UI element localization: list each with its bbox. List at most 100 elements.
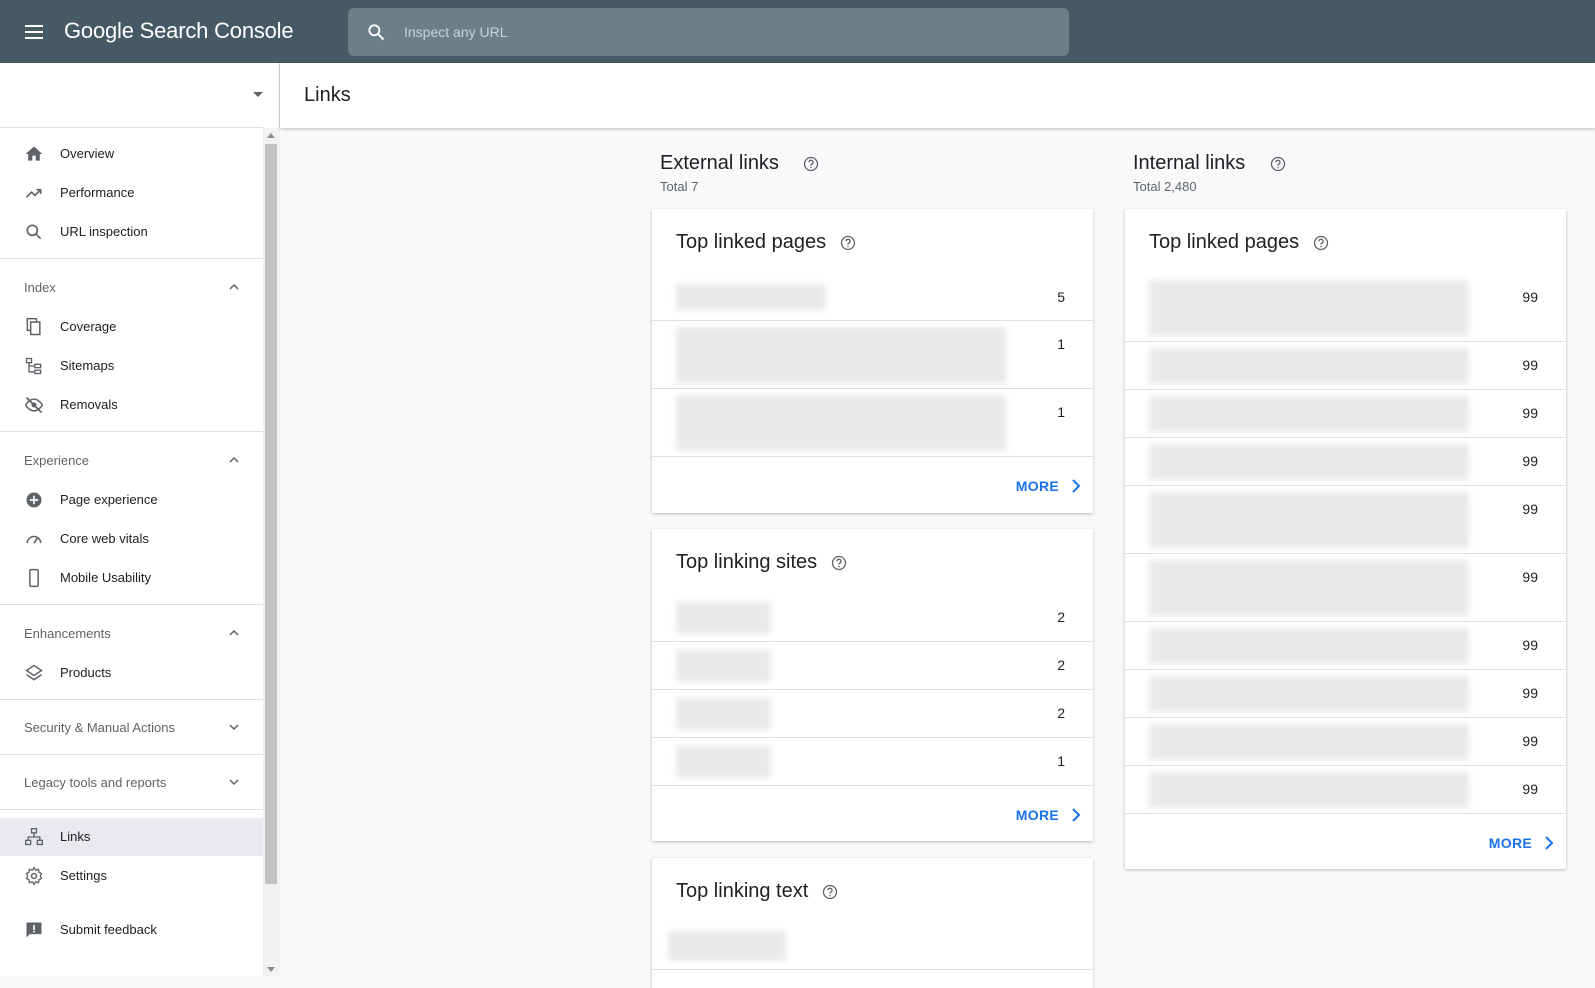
more-button[interactable]: MORE <box>1016 478 1081 494</box>
logo-product: Search Console <box>139 18 294 43</box>
sidebar-item-performance[interactable]: Performance <box>0 174 263 212</box>
table-row[interactable]: 99 <box>1125 342 1566 390</box>
redacted-url <box>676 284 826 310</box>
scrollbar-thumb[interactable] <box>265 144 277 884</box>
menu-icon[interactable] <box>22 20 46 44</box>
table-row[interactable]: 99 <box>1125 438 1566 486</box>
redacted-site <box>676 746 771 778</box>
section-header-security[interactable]: Security & Manual Actions <box>0 708 263 746</box>
sidebar-item-products[interactable]: Products <box>0 654 263 692</box>
sidebar-item-links[interactable]: Links <box>0 818 263 856</box>
chevron-up-icon <box>229 629 239 636</box>
divider <box>0 809 263 810</box>
card-title-text: Top linked pages <box>676 231 827 253</box>
section-header-label: Index <box>24 280 56 295</box>
search-icon <box>26 224 42 240</box>
section-header-enhancements[interactable]: Enhancements <box>0 614 263 652</box>
link-count: 2 <box>1057 705 1065 721</box>
table-row[interactable]: 2 <box>652 594 1093 642</box>
help-icon[interactable] <box>831 555 847 571</box>
help-icon[interactable] <box>822 884 838 900</box>
copy-icon <box>26 317 41 336</box>
search-icon[interactable] <box>366 22 386 42</box>
redacted-site <box>676 698 771 730</box>
section-header-experience[interactable]: Experience <box>0 441 263 479</box>
more-label: MORE <box>1015 807 1059 823</box>
redacted-url <box>1149 724 1469 760</box>
trending-up-icon <box>25 188 42 198</box>
table-row[interactable]: 99 <box>1125 766 1566 814</box>
table-row[interactable]: 2 <box>652 642 1093 690</box>
sidebar-item-url-inspection[interactable]: URL inspection <box>0 213 263 251</box>
url-inspect-search[interactable] <box>348 8 1069 56</box>
table-row[interactable]: 99 <box>1125 718 1566 766</box>
section-header-legacy[interactable]: Legacy tools and reports <box>0 763 263 801</box>
table-row[interactable]: 99 <box>1125 554 1566 622</box>
table-row[interactable]: 99 <box>1125 670 1566 718</box>
redacted-url <box>1149 396 1469 432</box>
divider <box>0 754 263 755</box>
card-title-text: Top linking text <box>676 880 809 902</box>
sidebar-item-page-experience[interactable]: Page experience <box>0 481 263 519</box>
search-input[interactable] <box>404 8 1054 56</box>
divider <box>0 258 263 259</box>
home-icon <box>25 146 43 161</box>
sidebar-item-mobile-usability[interactable]: Mobile Usability <box>0 559 263 597</box>
app-logo[interactable]: Google Search Console <box>64 18 294 44</box>
more-button[interactable]: MORE <box>1015 807 1081 823</box>
help-icon[interactable] <box>840 235 856 251</box>
visibility-off-icon <box>24 396 44 414</box>
sidebar: Overview Performance URL inspection Inde… <box>0 63 280 976</box>
sidebar-item-label: Products <box>60 665 112 680</box>
sidebar-item-settings[interactable]: Settings <box>0 857 263 895</box>
card-title-text: Top linked pages <box>1149 231 1300 253</box>
redacted-text <box>668 931 786 961</box>
card-title-text: Top linking sites <box>676 551 818 573</box>
redacted-url <box>1149 492 1469 548</box>
help-icon[interactable] <box>1313 235 1329 251</box>
table-row[interactable]: 1 <box>652 321 1093 389</box>
table-row[interactable]: 1 <box>652 389 1093 457</box>
link-count: 2 <box>1057 657 1065 673</box>
table-row[interactable]: 99 <box>1125 274 1566 342</box>
sidebar-scrollbar[interactable] <box>263 128 280 976</box>
help-icon[interactable] <box>803 156 819 172</box>
sidebar-item-label: Coverage <box>60 319 117 334</box>
sidebar-item-submit-feedback[interactable]: Submit feedback <box>0 911 263 949</box>
sidebar-item-core-web-vitals[interactable]: Core web vitals <box>0 520 263 558</box>
sidebar-item-sitemaps[interactable]: Sitemaps <box>0 347 263 385</box>
table-row[interactable]: 5 <box>652 274 1093 321</box>
page-header: Links <box>280 63 1595 128</box>
sidebar-item-overview[interactable]: Overview <box>0 135 263 173</box>
internal-links-total: Total 2,480 <box>1133 179 1197 194</box>
table-row[interactable]: 99 <box>1125 390 1566 438</box>
card-title: Top linked pages <box>1149 231 1329 254</box>
link-count: 99 <box>1522 781 1538 797</box>
sidebar-item-label: Page experience <box>60 492 158 507</box>
more-button[interactable]: MORE <box>1489 835 1554 851</box>
section-header-label: Experience <box>24 453 90 468</box>
redacted-url <box>1149 280 1469 336</box>
help-icon[interactable] <box>1270 156 1286 172</box>
logo-google: Google <box>64 18 134 43</box>
links-icon <box>25 828 43 846</box>
section-header-index[interactable]: Index <box>0 268 263 306</box>
chevron-up-icon <box>229 456 239 463</box>
external-links-header: External links Total 7 <box>660 152 819 194</box>
property-selector[interactable] <box>0 63 263 128</box>
link-count: 99 <box>1522 453 1538 469</box>
table-row[interactable]: 1 <box>652 738 1093 786</box>
scroll-up-arrow-icon[interactable] <box>267 133 275 138</box>
sidebar-item-label: Removals <box>60 397 118 412</box>
sidebar-item-coverage[interactable]: Coverage <box>0 308 263 346</box>
table-row[interactable] <box>652 923 1093 970</box>
table-row[interactable]: 2 <box>652 690 1093 738</box>
sidebar-item-removals[interactable]: Removals <box>0 386 263 424</box>
chevron-down-icon <box>229 779 239 786</box>
table-row[interactable]: 99 <box>1125 622 1566 670</box>
section-header-label: Security & Manual Actions <box>24 720 176 735</box>
table-row[interactable]: 99 <box>1125 486 1566 554</box>
scroll-down-arrow-icon[interactable] <box>267 967 275 972</box>
redacted-url <box>1149 560 1469 616</box>
chevron-right-icon <box>1072 479 1081 493</box>
